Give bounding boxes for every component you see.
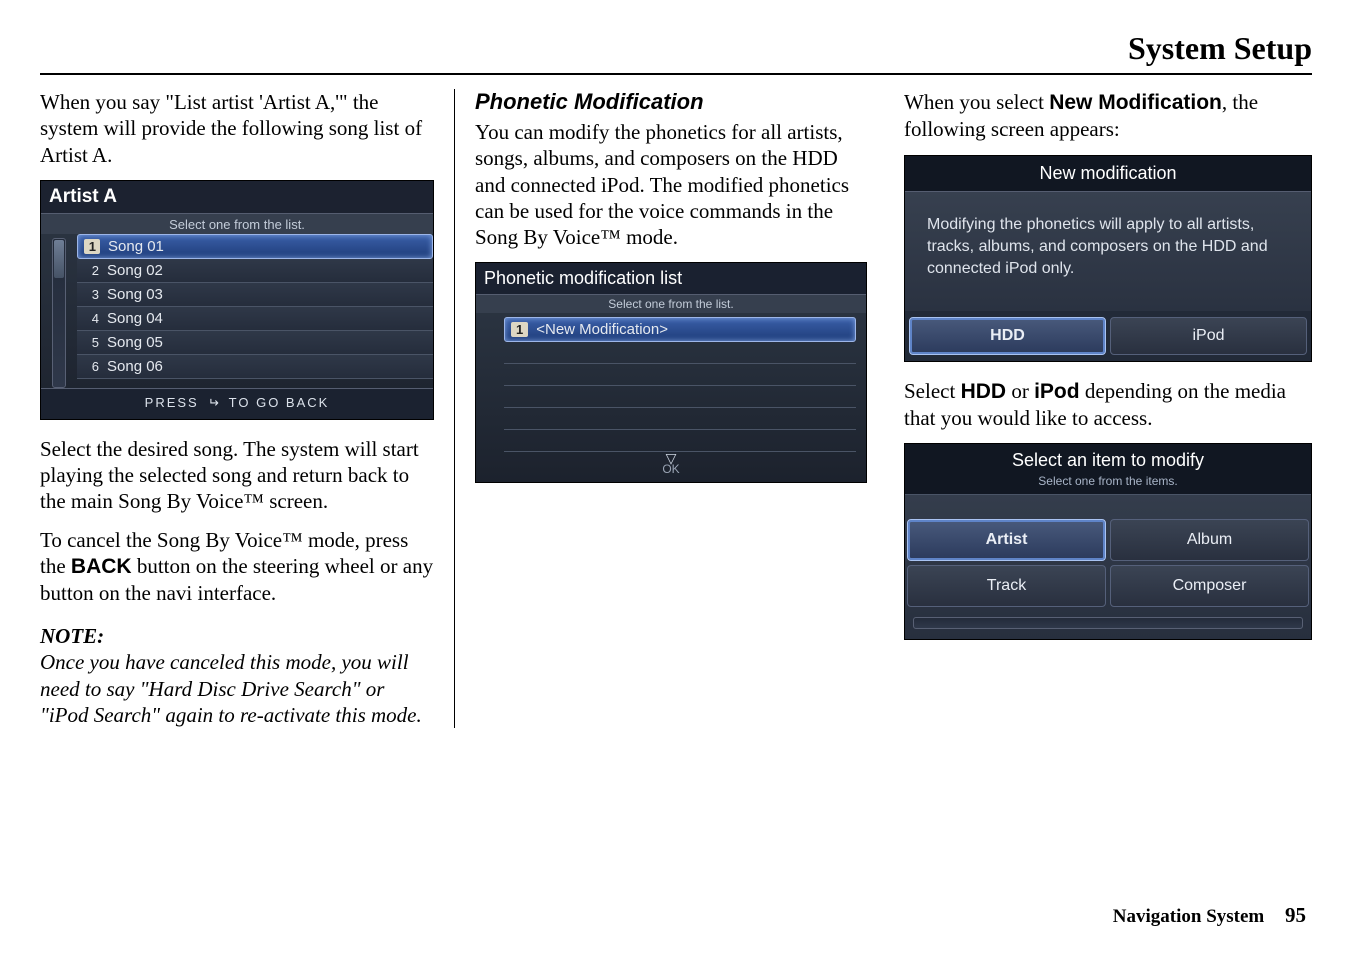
list-item[interactable]: 1 <New Modification> [504,317,856,342]
phonetic-modification-list-screen: Phonetic modification list Select one fr… [475,262,867,483]
row-label: Song 06 [107,358,163,375]
page-number: 95 [1285,903,1306,927]
screen-title: Select an item to modify [905,444,1311,474]
new-modification-screen: New modification Modifying the phonetics… [904,155,1312,362]
row-index: 1 [511,322,528,337]
row-index: 5 [83,335,99,350]
list-item [504,342,856,364]
text: When you select [904,90,1049,114]
row-label: <New Modification> [536,321,668,338]
text: Select [904,379,961,403]
content-columns: When you say "List artist 'Artist A,'" t… [40,89,1312,728]
artist-button[interactable]: Artist [907,519,1106,561]
album-button[interactable]: Album [1110,519,1309,561]
hdd-button[interactable]: HDD [909,317,1106,355]
composer-button[interactable]: Composer [1110,565,1309,607]
column-1: When you say "List artist 'Artist A,'" t… [40,89,454,728]
scrollbar-horizontal[interactable] [913,617,1303,629]
artist-song-list-screen: Artist A Select one from the list. 1 Son… [40,180,434,420]
list-pane: 1 <New Modification> [476,313,866,454]
row-label: Song 05 [107,334,163,351]
row-label: Song 02 [107,262,163,279]
list-item[interactable]: 4 Song 04 [77,307,433,331]
intro-paragraph: When you say "List artist 'Artist A,'" t… [40,89,434,168]
row-index: 1 [84,239,100,254]
row-index: 4 [83,311,99,326]
section-heading: Phonetic Modification [475,89,864,115]
bold-text: HDD [961,380,1007,403]
row-index: 2 [83,263,99,278]
text: or [1006,379,1034,403]
scrollbar[interactable] [41,234,77,388]
paragraph: To cancel the Song By Voice™ mode, press… [40,527,434,607]
back-button-label: BACK [71,555,132,578]
row-index: 6 [83,359,99,374]
screen-hint: Select one from the list. [476,295,866,313]
footer-press: PRESS [145,395,199,410]
screen-footer: PRESS ↵ TO GO BACK [41,388,433,419]
paragraph: You can modify the phonetics for all art… [475,119,864,250]
screen-title: Artist A [41,181,433,214]
row-label: Song 03 [107,286,163,303]
screen-message: Modifying the phonetics will apply to al… [905,192,1311,311]
footer-goback: TO GO BACK [229,395,330,410]
ipod-button[interactable]: iPod [1110,317,1307,355]
button-row: HDD iPod [905,311,1311,361]
row-label: Song 01 [108,238,164,255]
list-item [504,408,856,430]
paragraph: Select HDD or iPod depending on the medi… [904,378,1294,432]
back-icon: ↵ [208,395,219,411]
chevron-down-icon: ▽ [476,454,866,462]
list-item [504,430,856,452]
list-item [504,364,856,386]
list-item [504,386,856,408]
screen-hint: Select one from the list. [41,214,433,234]
bold-text: New Modification [1049,91,1222,114]
screen-hint: Select one from the items. [905,474,1311,495]
list-item[interactable]: 5 Song 05 [77,331,433,355]
row-index: 3 [83,287,99,302]
track-button[interactable]: Track [907,565,1106,607]
page-footer: Navigation System 95 [1113,903,1306,928]
paragraph: Select the desired song. The system will… [40,436,434,515]
note-text: Once you have canceled this mode, you wi… [40,649,434,728]
paragraph: When you select New Modification, the fo… [904,89,1294,143]
column-2: Phonetic Modification You can modify the… [454,89,884,728]
button-grid: Artist Album Track Composer [907,519,1309,607]
list-item[interactable]: 1 Song 01 [77,234,433,259]
column-3: When you select New Modification, the fo… [884,89,1314,728]
bold-text: iPod [1034,380,1080,403]
screen-title: Phonetic modification list [476,263,866,295]
select-item-screen: Select an item to modify Select one from… [904,443,1312,640]
ok-label: OK [662,462,679,476]
ok-bar[interactable]: ▽ OK [476,454,866,482]
footer-label: Navigation System [1113,906,1264,927]
screen-title: New modification [905,156,1311,192]
row-label: Song 04 [107,310,163,327]
list-body: 1 Song 01 2 Song 02 3 Song 03 4 Song 04 [41,234,433,388]
note-heading: NOTE: [40,624,434,649]
list-item[interactable]: 6 Song 06 [77,355,433,379]
list-item[interactable]: 3 Song 03 [77,283,433,307]
list-item[interactable]: 2 Song 02 [77,259,433,283]
page-title: System Setup [40,30,1312,75]
